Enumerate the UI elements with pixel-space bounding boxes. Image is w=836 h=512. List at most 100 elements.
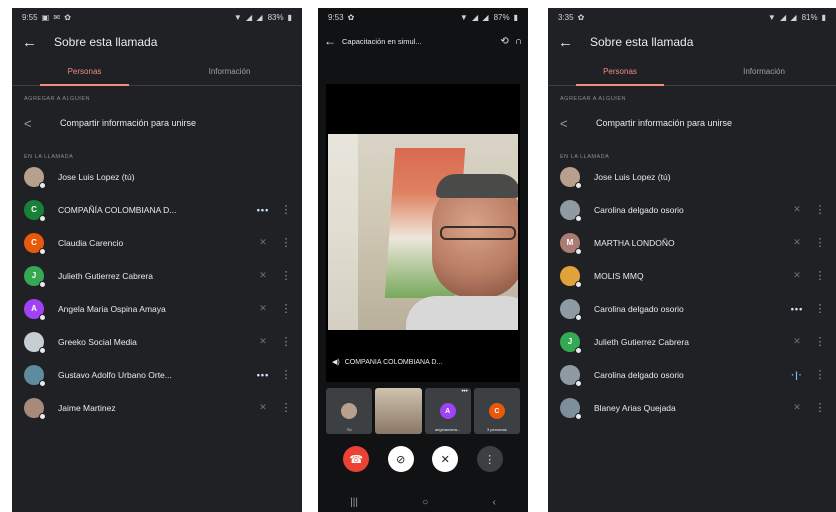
participant-list: Jose Luis Lopez (tú) Carolina delgado oso… xyxy=(548,160,836,424)
thumb-self[interactable]: Tú xyxy=(326,388,373,434)
avatar: A xyxy=(439,403,456,419)
participant-row[interactable]: J Julieth Gutierrez Cabrera ✕ ⋮ xyxy=(548,325,836,358)
mic-toggle-button[interactable]: ✕ xyxy=(432,446,459,472)
mic-off-icon: ✕ xyxy=(259,237,267,247)
participant-row[interactable]: Jose Luis Lopez (tú) xyxy=(12,160,302,193)
presence-dot xyxy=(575,280,582,288)
more-vert-icon[interactable]: ⋮ xyxy=(278,368,294,381)
more-vert-icon[interactable]: ⋮ xyxy=(812,401,828,414)
battery-level: 87% xyxy=(493,12,510,22)
thumb-others[interactable]: C 3 personas xyxy=(473,388,520,434)
section-in-call-label: EN LA LLAMADA xyxy=(560,154,610,160)
participant-row[interactable]: Blaney Arias Quejada ✕ ⋮ xyxy=(548,391,836,424)
tab-informacion[interactable]: Información xyxy=(157,58,302,85)
participant-name: Julieth Gutierrez Cabrera xyxy=(58,270,153,281)
avatar xyxy=(560,298,582,321)
camera-toggle-button[interactable]: ⊘ xyxy=(387,446,414,472)
participant-row[interactable]: J Julieth Gutierrez Cabrera ✕ ⋮ xyxy=(12,259,302,292)
phone-hangup-icon: ☎ xyxy=(349,453,364,466)
share-join-info-button[interactable]: < Compartir información para unirse xyxy=(548,102,836,144)
avatar-initial: J xyxy=(31,271,37,280)
more-vert-icon[interactable]: ⋮ xyxy=(812,203,828,216)
participant-row[interactable]: C COMPAÑÍA COLOMBIANA D... ••• ⋮ xyxy=(12,193,302,226)
more-vert-icon: ⋮ xyxy=(484,453,496,466)
participant-row[interactable]: Carolina delgado osorio ••• ⋮ xyxy=(548,292,836,325)
share-icon: < xyxy=(24,115,32,131)
speaking-dots-icon: ••• xyxy=(256,204,270,215)
switch-camera-icon[interactable]: ⟲ xyxy=(500,36,508,47)
avatar xyxy=(24,166,46,189)
participant-list: Jose Luis Lopez (tú) C COMPAÑÍA COLOMBIANA… xyxy=(12,160,302,424)
thumb-camera[interactable] xyxy=(375,388,422,434)
status-time: 9:53 xyxy=(328,12,344,22)
more-vert-icon[interactable]: ⋮ xyxy=(278,401,294,414)
participant-row[interactable]: Gustavo Adolfo Urbano Orte... ••• ⋮ xyxy=(12,358,302,391)
participant-row[interactable]: Greeko Social Media ✕ ⋮ xyxy=(12,325,302,358)
back-icon[interactable]: ‹ xyxy=(493,497,496,508)
signal-icons: ▼ ◢ ◢ xyxy=(767,12,798,22)
more-vert-icon[interactable]: ⋮ xyxy=(812,236,828,249)
more-options-button[interactable]: ⋮ xyxy=(476,446,503,472)
more-vert-icon[interactable]: ⋮ xyxy=(278,302,294,315)
mic-off-icon: ✕ xyxy=(259,402,267,412)
avatar-initial: C xyxy=(31,238,37,247)
more-vert-icon[interactable]: ⋮ xyxy=(812,335,828,348)
status-bar: 3:35 ✿ ▼ ◢ ◢ 81% ▮ xyxy=(548,8,836,26)
more-vert-icon[interactable]: ⋮ xyxy=(278,203,294,216)
mic-off-icon: ✕ xyxy=(793,270,801,280)
avatar xyxy=(24,331,46,354)
back-arrow-icon[interactable]: ← xyxy=(324,34,336,48)
end-call-button[interactable]: ☎ xyxy=(343,446,370,472)
tabs: Personas Información xyxy=(548,58,836,86)
speaking-dots-icon: ••• xyxy=(461,389,468,395)
recents-icon[interactable]: ||| xyxy=(350,497,358,508)
avatar xyxy=(24,397,46,420)
phone-left: 9:55 ▣ ✉ ✿ ▼ ◢ ◢ 83% ▮ ← Sobre esta llamada… xyxy=(12,8,302,512)
participant-row[interactable]: A Angela Maria Ospina Amaya ✕ ⋮ xyxy=(12,292,302,325)
audio-output-icon[interactable]: ∩ xyxy=(515,36,522,47)
tab-informacion[interactable]: Información xyxy=(692,58,836,85)
mic-off-icon: ✕ xyxy=(793,336,801,346)
status-time: 3:35 xyxy=(558,12,574,22)
back-arrow-icon[interactable]: ← xyxy=(22,34,54,51)
signal-icons: ▼ ◢ ◢ xyxy=(233,12,264,22)
participant-row[interactable]: Carolina delgado osorio ✕ ⋮ xyxy=(548,193,836,226)
thumb-angela[interactable]: ••• A angelamaria... xyxy=(424,388,471,434)
call-controls: ☎ ⊘ ✕ ⋮ xyxy=(318,434,528,472)
avatar xyxy=(560,364,582,387)
more-vert-icon[interactable]: ⋮ xyxy=(278,335,294,348)
more-vert-icon[interactable]: ⋮ xyxy=(812,302,828,315)
system-nav-bar: ||| ○ ‹ xyxy=(318,492,528,512)
participant-name: Greeko Social Media xyxy=(58,336,137,347)
more-vert-icon[interactable]: ⋮ xyxy=(278,236,294,249)
home-icon[interactable]: ○ xyxy=(422,497,428,508)
speaking-dots-icon: ••• xyxy=(790,303,804,314)
participant-name: Carolina delgado osorio xyxy=(594,369,684,380)
avatar: C xyxy=(488,403,505,419)
avatar xyxy=(560,397,582,420)
tab-personas[interactable]: Personas xyxy=(548,58,692,86)
back-arrow-icon[interactable]: ← xyxy=(558,34,590,51)
status-bar: 9:53 ✿ ▼ ◢ ◢ 87% ▮ xyxy=(318,8,528,26)
avatar-initial: J xyxy=(567,337,573,346)
notification-icons: ▣ ✉ ✿ xyxy=(41,12,72,22)
participant-row[interactable]: MOLIS MMQ ✕ ⋮ xyxy=(548,259,836,292)
participant-name: Jose Luis Lopez (tú) xyxy=(594,171,671,182)
app-bar: ← Sobre esta llamada xyxy=(548,26,836,58)
participant-name: Blaney Arias Quejada xyxy=(594,402,676,413)
avatar xyxy=(560,166,582,189)
share-join-info-button[interactable]: < Compartir información para unirse xyxy=(12,102,302,144)
main-video[interactable]: ◀) COMPAÑÍA COLOMBIANA D... xyxy=(326,84,520,382)
more-vert-icon[interactable]: ⋮ xyxy=(278,269,294,282)
speaking-bars-icon: ·|· xyxy=(791,369,803,380)
participant-row[interactable]: M MARTHA LONDOÑO ✕ ⋮ xyxy=(548,226,836,259)
participant-row[interactable]: Jose Luis Lopez (tú) xyxy=(548,160,836,193)
more-vert-icon[interactable]: ⋮ xyxy=(812,269,828,282)
meeting-title[interactable]: Capacitación en simul... xyxy=(342,37,494,46)
avatar xyxy=(560,265,582,288)
participant-row[interactable]: C Claudia Carencio ✕ ⋮ xyxy=(12,226,302,259)
tab-personas[interactable]: Personas xyxy=(12,58,157,86)
more-vert-icon[interactable]: ⋮ xyxy=(812,368,828,381)
participant-row[interactable]: Jaime Martinez ✕ ⋮ xyxy=(12,391,302,424)
participant-row[interactable]: Carolina delgado osorio ·|· ⋮ xyxy=(548,358,836,391)
